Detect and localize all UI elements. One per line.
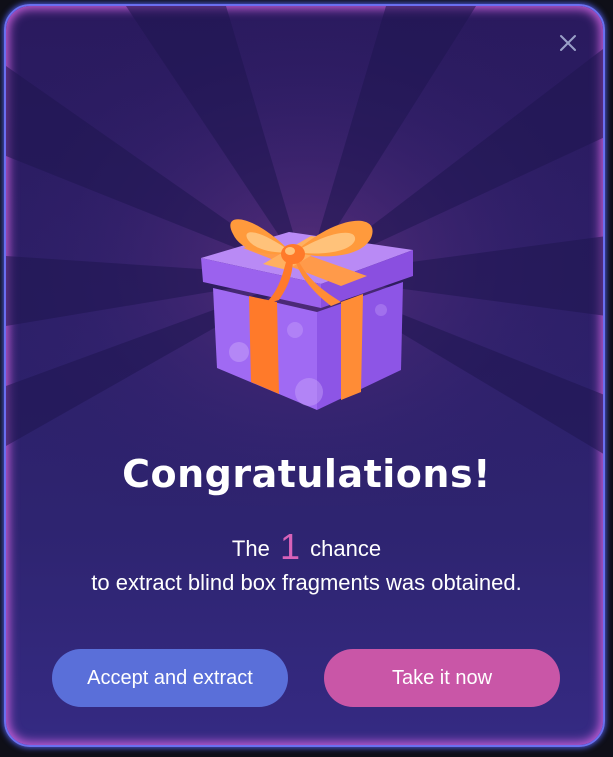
message-prefix: The	[231, 536, 270, 561]
message-line-1: The 1 chance	[6, 529, 603, 566]
accept-and-extract-button[interactable]: Accept and extract	[52, 649, 288, 707]
reward-message: The 1 chance to extract blind box fragme…	[6, 529, 603, 600]
message-line-2: to extract blind box fragments was obtai…	[91, 570, 522, 595]
dialog-title: Congratulations!	[122, 452, 491, 496]
reward-dialog: Congratulations! The 1 chance to extract…	[4, 4, 605, 747]
take-it-now-button[interactable]: Take it now	[324, 649, 560, 707]
gift-box-icon	[201, 219, 413, 410]
close-icon[interactable]	[557, 32, 579, 54]
message-suffix: chance	[310, 536, 382, 561]
chance-count: 1	[279, 526, 300, 567]
